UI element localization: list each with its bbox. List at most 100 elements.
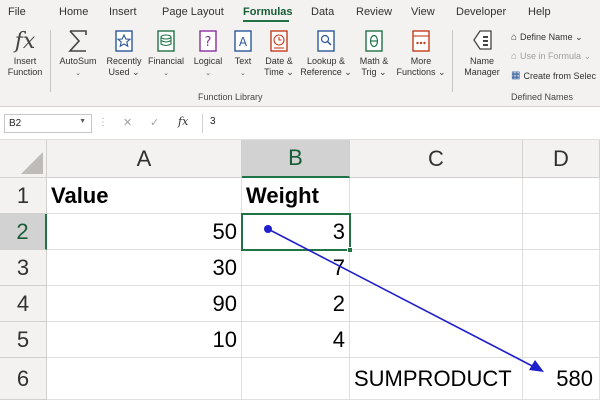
svg-text:?: ? [205, 35, 212, 50]
ribbon-tab-bar: File Home Insert Page Layout Formulas Da… [0, 0, 600, 24]
fx-icon: fx [14, 28, 36, 54]
clock-book-icon [266, 28, 292, 54]
use-in-formula-label: Use in Formula ⌄ [520, 51, 592, 61]
column-header-a[interactable]: A [47, 140, 242, 178]
recently-used-button[interactable]: Recently Used ⌄ [102, 28, 146, 78]
cell-c4[interactable] [350, 286, 523, 322]
row-header-2[interactable]: 2 [0, 214, 47, 250]
name-manager-label-2: Manager [464, 67, 500, 77]
create-from-selection-button[interactable]: ▦ Create from Selec [511, 70, 596, 81]
date-time-label-2: Time ⌄ [264, 67, 294, 77]
name-box[interactable]: B2 ▼ [4, 114, 92, 133]
tab-formulas[interactable]: Formulas [243, 6, 293, 18]
more-functions-button[interactable]: More Functions ⌄ [396, 28, 446, 78]
cell-c1[interactable] [350, 178, 523, 214]
select-all-corner[interactable] [0, 140, 47, 178]
recently-used-label-1: Recently [106, 56, 142, 66]
cell-c2[interactable] [350, 214, 523, 250]
row-header-3[interactable]: 3 [0, 250, 47, 286]
function-library-group-label: Function Library [198, 92, 263, 102]
math-trig-label-1: Math & [359, 56, 389, 66]
database-book-icon [153, 28, 179, 54]
row-header-4[interactable]: 4 [0, 286, 47, 322]
tab-help[interactable]: Help [528, 6, 551, 18]
ribbon: fx Insert Function AutoSum ⌄ Recently Used … [0, 24, 600, 107]
tab-file[interactable]: File [8, 6, 26, 18]
theta-book-icon [361, 28, 387, 54]
formula-input[interactable]: 3 [210, 116, 216, 127]
formula-bar-handle[interactable]: ⋮ [98, 117, 108, 128]
cell-a3[interactable]: 30 [47, 250, 242, 286]
create-table-icon: ▦ [511, 70, 521, 81]
define-name-label: Define Name ⌄ [520, 32, 583, 42]
cell-a4[interactable]: 90 [47, 286, 242, 322]
cell-b5[interactable]: 4 [242, 322, 350, 358]
cell-d3[interactable] [523, 250, 600, 286]
cell-d4[interactable] [523, 286, 600, 322]
cell-b2[interactable]: 3 [242, 214, 350, 250]
cell-b6[interactable] [242, 358, 350, 400]
autosum-button[interactable]: AutoSum ⌄ [56, 28, 100, 78]
insert-function-button[interactable]: fx Insert Function [6, 28, 44, 78]
date-time-button[interactable]: Date & Time ⌄ [260, 28, 298, 78]
column-header-d[interactable]: D [523, 140, 600, 178]
logical-button[interactable]: ? Logical ⌄ [189, 28, 227, 78]
worksheet-grid: A B C D 1 2 3 4 5 6 Value Weight 50 3 30… [0, 140, 600, 400]
insert-function-icon[interactable]: fx [178, 115, 188, 128]
fill-handle[interactable] [347, 247, 353, 253]
math-trig-button[interactable]: Math & Trig ⌄ [355, 28, 393, 78]
cell-b4[interactable]: 2 [242, 286, 350, 322]
tag-small-icon: ⌂ [511, 32, 518, 43]
more-book-icon [408, 28, 434, 54]
tab-insert[interactable]: Insert [109, 6, 137, 18]
cell-d1[interactable] [523, 178, 600, 214]
cell-c3[interactable] [350, 250, 523, 286]
star-book-icon [111, 28, 137, 54]
logical-label: Logical [193, 56, 223, 66]
tab-view[interactable]: View [411, 6, 435, 18]
cancel-icon[interactable]: ✕ [123, 116, 132, 129]
chevron-down-icon[interactable]: ▼ [79, 118, 86, 125]
column-header-c[interactable]: C [350, 140, 523, 178]
formula-tag-icon: ⌂ [511, 51, 518, 62]
cell-a2[interactable]: 50 [47, 214, 242, 250]
cell-c5[interactable] [350, 322, 523, 358]
row-header-6[interactable]: 6 [0, 358, 47, 400]
tab-review[interactable]: Review [356, 6, 392, 18]
row-header-5[interactable]: 5 [0, 322, 47, 358]
create-from-selection-label: Create from Selec [523, 70, 596, 81]
ribbon-divider [50, 30, 51, 92]
text-functions-button[interactable]: A Text ⌄ [229, 28, 257, 78]
cell-b1[interactable]: Weight [242, 178, 350, 214]
cell-a6[interactable] [47, 358, 242, 400]
select-all-icon [21, 152, 43, 174]
text-functions-chevron: ⌄ [240, 70, 246, 77]
enter-icon[interactable]: ✓ [150, 116, 159, 129]
cell-d5[interactable] [523, 322, 600, 358]
lookup-reference-button[interactable]: Lookup & Reference ⌄ [300, 28, 352, 78]
logical-chevron: ⌄ [205, 70, 211, 77]
text-book-icon: A [230, 28, 256, 54]
tab-developer[interactable]: Developer [456, 6, 506, 18]
use-in-formula-button[interactable]: ⌂ Use in Formula ⌄ [511, 51, 591, 62]
name-manager-button[interactable]: Name Manager [460, 28, 504, 78]
cell-d6[interactable]: 580 [523, 358, 600, 400]
cell-c6[interactable]: SUMPRODUCT [350, 358, 523, 400]
more-functions-label-1: More [410, 56, 432, 66]
define-name-button[interactable]: ⌂ Define Name ⌄ [511, 32, 583, 43]
tab-data[interactable]: Data [311, 6, 334, 18]
cell-d2[interactable] [523, 214, 600, 250]
svg-text:A: A [239, 35, 248, 49]
tab-home[interactable]: Home [59, 6, 88, 18]
cell-a1[interactable]: Value [47, 178, 242, 214]
financial-button[interactable]: Financial ⌄ [146, 28, 186, 78]
ribbon-divider [452, 30, 453, 92]
magnifier-book-icon [313, 28, 339, 54]
cell-a5[interactable]: 10 [47, 322, 242, 358]
recently-used-label-2: Used ⌄ [108, 67, 140, 77]
lookup-reference-label-2: Reference ⌄ [300, 67, 352, 77]
cell-b3[interactable]: 7 [242, 250, 350, 286]
row-header-1[interactable]: 1 [0, 178, 47, 214]
column-header-b[interactable]: B [242, 140, 350, 178]
tab-page-layout[interactable]: Page Layout [162, 6, 224, 18]
